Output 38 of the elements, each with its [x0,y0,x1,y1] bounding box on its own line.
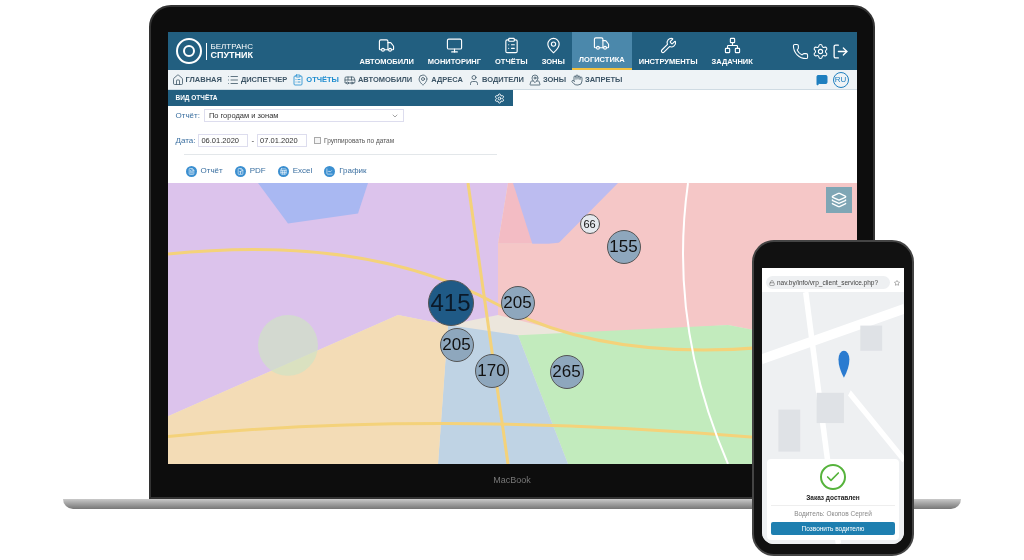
logout-icon[interactable] [831,42,849,60]
brand-name: БЕЛТРАНС [210,42,254,51]
list-icon [226,73,239,86]
clipboard-icon [292,73,305,86]
monitor-icon [445,36,463,54]
pdf-icon [234,165,246,177]
date-separator: - [251,134,255,147]
home-icon [171,73,184,86]
map-pin-icon [544,36,562,54]
laptop-brand: MacBook [493,473,531,487]
logo-icon [175,38,202,64]
clipboard-icon [502,36,520,54]
chart-icon [324,165,336,177]
network-icon [723,36,741,54]
check-icon [820,463,846,490]
brand-name: СПУТНИК [210,50,254,60]
field-label: Отчёт: [175,109,200,122]
wrench-icon [659,36,677,54]
bus-icon [343,73,356,86]
spreadsheet-icon [277,165,289,177]
chat-icon[interactable] [815,73,828,86]
map-pin-icon [417,73,430,86]
settings-icon[interactable] [811,42,829,60]
export-button[interactable]: График [324,165,367,177]
hand-icon [571,73,584,86]
export-button[interactable]: Отчёт [185,165,223,177]
settings-icon[interactable] [493,92,505,104]
phone-icon[interactable] [791,42,809,60]
export-button[interactable]: Excel [277,165,313,177]
field-label: Дата: [175,134,196,147]
map-pin-icon [528,73,541,86]
export-button[interactable]: PDF [234,165,266,177]
checkbox[interactable] [314,137,322,144]
user-icon [467,73,480,86]
truck-icon [593,34,611,52]
truck-icon [378,36,396,54]
document-icon [185,165,197,177]
star-icon[interactable] [894,279,900,286]
